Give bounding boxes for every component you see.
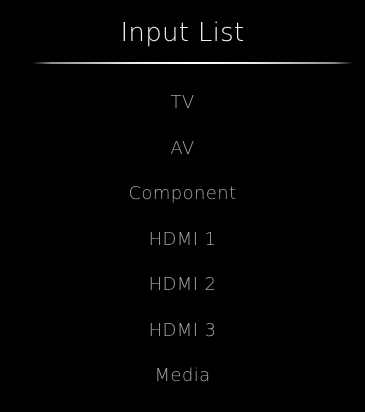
input-item-hdmi-1[interactable]: HDMI 1 [0, 223, 365, 269]
input-item-media[interactable]: Media [0, 359, 365, 405]
input-item-tv[interactable]: TV [0, 86, 365, 132]
input-item-av[interactable]: AV [0, 132, 365, 178]
input-source-list: TV AV Component HDMI 1 HDMI 2 HDMI 3 Med… [0, 86, 365, 405]
page-title: Input List [120, 18, 245, 48]
input-item-hdmi-2[interactable]: HDMI 2 [0, 268, 365, 314]
input-list-panel: Input List TV AV Component HDMI 1 HDMI 2… [0, 0, 365, 412]
input-item-hdmi-3[interactable]: HDMI 3 [0, 314, 365, 360]
input-item-component[interactable]: Component [0, 177, 365, 223]
title-divider [32, 62, 353, 64]
